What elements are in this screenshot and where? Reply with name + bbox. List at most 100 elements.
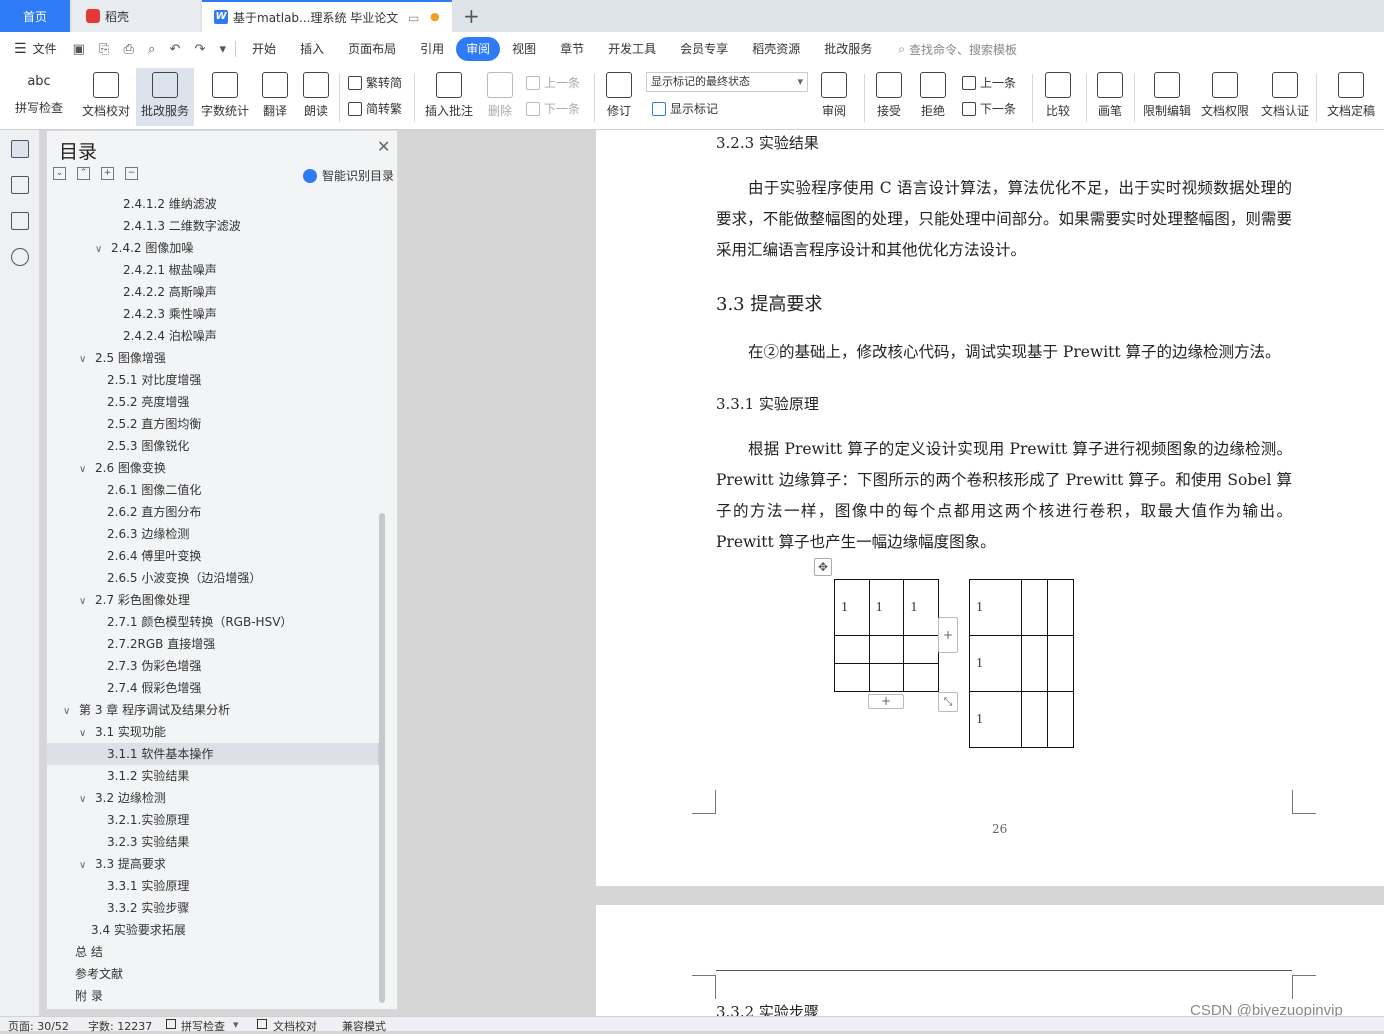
toc-item[interactable]: 2.5.1 对比度增强 xyxy=(47,369,379,391)
word-count-indicator[interactable]: 字数: 12237 xyxy=(88,1018,152,1034)
menu-chapter[interactable]: 章节 xyxy=(548,37,596,61)
toc-item[interactable]: 2.4.1.3 二维数字滤波 xyxy=(47,215,379,237)
toc-item[interactable]: 3.3.1 实验原理 xyxy=(47,875,379,897)
tab-docer[interactable]: 稻壳 xyxy=(72,0,200,32)
close-icon[interactable]: ✕ xyxy=(377,137,390,156)
toc-item[interactable]: 2.4.2.3 乘性噪声 xyxy=(47,303,379,325)
toc-item[interactable]: 2.7.1 颜色模型转换（RGB-HSV） xyxy=(47,611,379,633)
chevron-down-icon[interactable]: ∨ xyxy=(79,723,91,745)
chevron-down-icon[interactable]: ∨ xyxy=(95,239,107,261)
remove-level-icon[interactable]: − xyxy=(125,167,138,180)
chevron-down-icon[interactable]: ∨ xyxy=(79,789,91,811)
next-comment-button[interactable]: 下一条 xyxy=(526,100,580,117)
search-input[interactable]: 查找命令、搜索模板 xyxy=(909,41,1017,58)
toc-item[interactable]: 2.6.2 直方图分布 xyxy=(47,501,379,523)
menu-file[interactable]: 文件 xyxy=(27,37,69,61)
doc-proofread-button[interactable]: 文档校对 xyxy=(78,68,134,126)
kernel-cell[interactable] xyxy=(1047,635,1074,692)
kernel-cell[interactable]: 1 xyxy=(969,579,1022,636)
toc-item[interactable]: 3.2.3 实验结果 xyxy=(47,831,379,853)
toc-item[interactable]: 附 录 xyxy=(47,985,379,1007)
bookmark-icon[interactable] xyxy=(11,212,29,230)
menu-start[interactable]: 开始 xyxy=(240,37,288,61)
toc-item[interactable]: 2.7.4 假彩色增强 xyxy=(47,677,379,699)
menu-docer-resources[interactable]: 稻壳资源 xyxy=(740,37,812,61)
restrict-edit-button[interactable]: 限制编辑 xyxy=(1140,68,1194,126)
kernel-cell[interactable] xyxy=(834,635,870,664)
doc-permission-button[interactable]: 文档权限 xyxy=(1198,68,1252,126)
toc-item[interactable]: 2.6.3 边缘检测 xyxy=(47,523,379,545)
toc-item[interactable]: 2.6.5 小波变换（边沿增强） xyxy=(47,567,379,589)
menu-review[interactable]: 审阅 xyxy=(456,37,501,61)
toc-item[interactable]: 3.3.2 实验步骤 xyxy=(47,897,379,919)
menu-insert[interactable]: 插入 xyxy=(288,37,336,61)
menu-review-service[interactable]: 批改服务 xyxy=(812,37,884,61)
toc-item[interactable]: 2.6.4 傅里叶变换 xyxy=(47,545,379,567)
kernel-cell[interactable]: 1 xyxy=(969,635,1022,692)
proofread-status[interactable]: 文档校对 xyxy=(273,1018,317,1034)
show-markup-button[interactable]: 显示标记 xyxy=(652,100,718,117)
toc-item[interactable]: 2.6.1 图像二值化 xyxy=(47,479,379,501)
toc-item[interactable]: ∨ 2.6 图像变换 xyxy=(47,457,379,479)
doc-final-button[interactable]: 文档定稿 xyxy=(1322,68,1380,126)
menu-devtools[interactable]: 开发工具 xyxy=(596,37,668,61)
resize-table-icon[interactable]: ⤡ xyxy=(938,692,958,712)
smart-toc-button[interactable]: 智能识别目录 xyxy=(303,167,394,184)
add-column-icon[interactable]: + xyxy=(938,617,958,653)
toc-item[interactable]: ∨ 2.4.2 图像加噪 xyxy=(47,237,379,259)
read-aloud-button[interactable]: 朗读 xyxy=(298,68,334,126)
kernel-cell[interactable] xyxy=(1021,579,1048,636)
kernel-cell[interactable]: 1 xyxy=(868,579,905,636)
kernel-cell[interactable] xyxy=(868,635,905,664)
review-service-button[interactable]: 批改服务 xyxy=(136,68,194,126)
toc-scrollbar[interactable] xyxy=(379,513,385,1003)
prev-change-button[interactable]: 上一条 xyxy=(962,74,1016,91)
toc-item[interactable]: 2.5.3 图像锐化 xyxy=(47,435,379,457)
kernel-cell[interactable] xyxy=(1021,691,1048,748)
review-pane-button[interactable]: 审阅 xyxy=(814,68,854,126)
next-change-button[interactable]: 下一条 xyxy=(962,100,1016,117)
kernel-cell[interactable] xyxy=(903,635,939,664)
spell-check-button[interactable]: abc 拼写检查 xyxy=(8,68,70,126)
toc-item[interactable]: 2.4.2.4 泊松噪声 xyxy=(47,325,379,347)
toc-item[interactable]: ∨ 3.1 实现功能 xyxy=(47,721,379,743)
toc-item[interactable]: 2.7.2RGB 直接增强 xyxy=(47,633,379,655)
toc-item[interactable]: 2.7.3 伪彩色增强 xyxy=(47,655,379,677)
collapse-all-icon[interactable]: ⌄ xyxy=(53,167,66,180)
toc-item[interactable]: ∨ 3.2 边缘检测 xyxy=(47,787,379,809)
translate-button[interactable]: 翻译 xyxy=(256,68,294,126)
toc-item[interactable]: 总 结 xyxy=(47,941,379,963)
toc-item[interactable]: 参考文献 xyxy=(47,963,379,985)
menu-reference[interactable]: 引用 xyxy=(408,37,456,61)
pen-button[interactable]: 画笔 xyxy=(1092,68,1128,126)
table-move-icon[interactable]: ✥ xyxy=(814,558,832,576)
insert-comment-button[interactable]: 插入批注 xyxy=(420,68,478,126)
track-changes-button[interactable]: 修订 xyxy=(600,68,638,126)
toc-item[interactable]: 3.1.1 软件基本操作 xyxy=(47,743,379,765)
chevron-down-icon[interactable]: ∨ xyxy=(79,591,91,613)
kernel-cell[interactable] xyxy=(903,663,939,692)
prev-comment-button[interactable]: 上一条 xyxy=(526,74,580,91)
navigation-icon[interactable] xyxy=(11,176,29,194)
chevron-down-icon[interactable]: ∨ xyxy=(79,459,91,481)
page-indicator[interactable]: 页面: 30/52 xyxy=(8,1018,69,1034)
toc-item[interactable]: 3.1.2 实验结果 xyxy=(47,765,379,787)
toc-item[interactable]: 3.2.1.实验原理 xyxy=(47,809,379,831)
toc-item[interactable]: ∨ 第 3 章 程序调试及结果分析 xyxy=(47,699,379,721)
toc-item[interactable]: ∨ 2.5 图像增强 xyxy=(47,347,379,369)
kernel-cell[interactable] xyxy=(1047,579,1074,636)
markup-state-select[interactable]: 显示标记的最终状态 ▾ xyxy=(646,72,808,92)
toc-item[interactable]: 2.4.2.2 高斯噪声 xyxy=(47,281,379,303)
expand-up-icon[interactable]: ⌃ xyxy=(77,167,90,180)
simp-to-trad-button[interactable]: 简转繁 xyxy=(348,100,402,117)
chevron-down-icon[interactable]: ∨ xyxy=(63,701,75,723)
kernel-cell[interactable]: 1 xyxy=(903,579,939,636)
monitor-icon[interactable]: ▭ xyxy=(408,11,419,25)
toc-item[interactable]: 2.5.2 直方图均衡 xyxy=(47,413,379,435)
toc-item[interactable]: ∨ 2.7 彩色图像处理 xyxy=(47,589,379,611)
kernel-cell[interactable] xyxy=(868,663,905,692)
kernel-cell[interactable] xyxy=(1021,635,1048,692)
compare-button[interactable]: 比较 xyxy=(1038,68,1078,126)
trad-to-simp-button[interactable]: 繁转简 xyxy=(348,74,402,91)
reject-button[interactable]: 拒绝 xyxy=(914,68,952,126)
